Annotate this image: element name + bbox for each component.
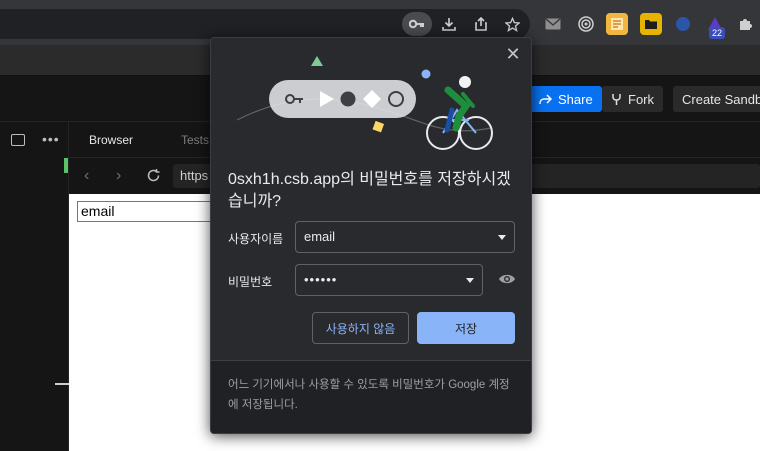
dialog-footer: 어느 기기에서나 사용할 수 있도록 비밀번호가 Google 계정에 저장됩니… <box>211 360 531 433</box>
footer-text: 어느 기기에서나 사용할 수 있도록 비밀번호가 Google 계정에 저장됩니… <box>228 379 510 411</box>
password-value: •••••• <box>304 272 338 287</box>
chevron-down-icon <box>498 235 506 240</box>
key-icon[interactable] <box>402 12 432 36</box>
share-page-icon[interactable] <box>469 12 493 36</box>
sidebar <box>0 122 69 451</box>
tab-tests[interactable]: Tests <box>181 133 209 147</box>
tabs-extension-icon[interactable] <box>606 13 628 35</box>
chevron-down-icon <box>466 278 474 283</box>
share-arrow-icon <box>539 93 552 104</box>
more-options-icon[interactable]: ••• <box>42 131 60 147</box>
forward-icon[interactable]: › <box>116 167 121 185</box>
preview-panel-icon[interactable] <box>11 134 25 146</box>
save-password-dialog: ✕ 0sxh1h.csb.app의 비밀번호를 저장하시겠습니까? 사용자이름 … <box>210 37 532 434</box>
username-label: 사용자이름 <box>228 232 284 246</box>
tab-browser[interactable]: Browser <box>89 133 133 147</box>
folder-extension-icon[interactable] <box>640 13 662 35</box>
show-password-eye-icon[interactable] <box>498 272 518 288</box>
bookmark-star-icon[interactable] <box>500 12 524 36</box>
firefox-extension-icon[interactable] <box>672 13 694 35</box>
never-save-button[interactable]: 사용하지 않음 <box>312 312 409 344</box>
password-label: 비밀번호 <box>228 275 273 289</box>
username-value: email <box>304 229 336 244</box>
download-icon[interactable] <box>437 12 461 36</box>
fork-icon <box>612 93 621 105</box>
dialog-title: 0sxh1h.csb.app의 비밀번호를 저장하시겠습니까? <box>228 171 511 210</box>
share-label: Share <box>558 91 593 107</box>
share-button[interactable]: Share <box>530 86 602 112</box>
reload-icon[interactable] <box>146 168 161 188</box>
email-input[interactable]: email <box>77 201 227 222</box>
create-sandbox-button[interactable]: Create Sandb <box>673 86 760 112</box>
password-illustration <box>236 56 493 150</box>
back-icon[interactable]: ‹ <box>84 167 89 185</box>
username-select[interactable]: email <box>295 221 515 253</box>
create-sandbox-label: Create Sandb <box>682 91 760 107</box>
fork-button[interactable]: Fork <box>602 86 663 112</box>
mail-extension-icon[interactable] <box>542 13 564 35</box>
password-select[interactable]: •••••• <box>295 264 483 296</box>
save-button[interactable]: 저장 <box>417 312 515 344</box>
status-indicator <box>64 158 68 173</box>
extension-badge: 22 <box>709 27 726 39</box>
fork-label: Fork <box>628 91 654 107</box>
close-icon[interactable]: ✕ <box>504 45 522 63</box>
resize-handle[interactable] <box>55 383 69 385</box>
target-extension-icon[interactable] <box>575 13 597 35</box>
puzzle-extension-icon[interactable] <box>734 13 756 35</box>
